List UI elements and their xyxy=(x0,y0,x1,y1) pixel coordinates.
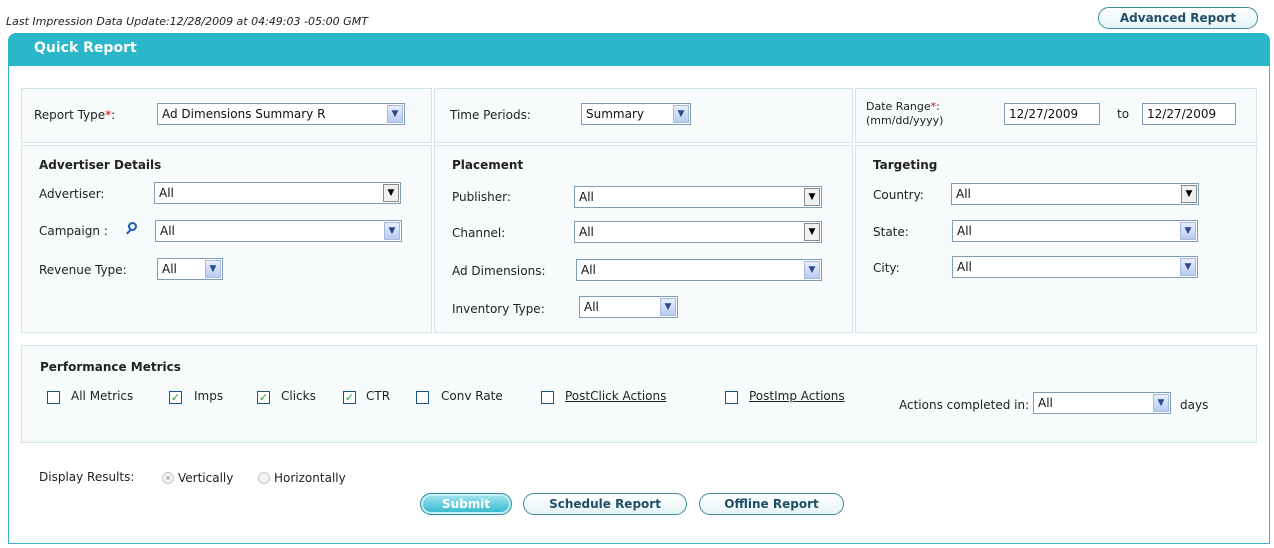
chevron-down-icon: ▼ xyxy=(387,105,403,123)
revenue-type-select[interactable]: All ▼ xyxy=(157,258,223,280)
advertiser-header: Advertiser Details xyxy=(39,158,162,172)
all-metrics-checkbox[interactable] xyxy=(47,391,60,404)
vertically-radio[interactable] xyxy=(162,472,174,484)
clicks-label: Clicks xyxy=(281,389,316,403)
clicks-checkbox[interactable]: ✓ xyxy=(257,391,270,404)
postclick-actions-checkbox[interactable] xyxy=(541,391,554,404)
channel-select[interactable]: All ▼ xyxy=(574,221,822,243)
imps-label: Imps xyxy=(194,389,224,403)
time-periods-select[interactable]: Summary ▼ xyxy=(581,103,691,125)
performance-metrics-header: Performance Metrics xyxy=(40,360,181,374)
conv-rate-checkbox[interactable] xyxy=(416,391,429,404)
offline-report-button[interactable]: Offline Report xyxy=(699,493,844,515)
chevron-down-icon: ▼ xyxy=(804,261,820,279)
targeting-header: Targeting xyxy=(873,158,938,172)
actions-completed-label: Actions completed in: xyxy=(899,398,1030,412)
country-select[interactable]: All ▼ xyxy=(951,183,1199,205)
revenue-type-label: Revenue Type: xyxy=(39,263,127,277)
chevron-down-icon: ▼ xyxy=(1181,185,1197,203)
postimp-actions-checkbox[interactable] xyxy=(725,391,738,404)
inventory-type-label: Inventory Type: xyxy=(452,302,545,316)
advertiser-label: Advertiser: xyxy=(39,187,105,201)
ad-dimensions-value: All xyxy=(581,263,596,277)
horizontally-radio[interactable] xyxy=(258,472,270,484)
campaign-value: All xyxy=(160,224,175,238)
postclick-actions-link[interactable]: PostClick Actions xyxy=(565,389,666,403)
publisher-label: Publisher: xyxy=(452,190,511,204)
actions-completed-select[interactable]: All ▼ xyxy=(1033,392,1171,414)
country-label: Country: xyxy=(873,188,924,202)
conv-rate-label: Conv Rate xyxy=(441,389,503,403)
channel-value: All xyxy=(579,225,594,239)
all-metrics-label: All Metrics xyxy=(71,389,134,403)
date-to-input[interactable]: 12/27/2009 xyxy=(1142,103,1236,125)
vertically-label: Vertically xyxy=(178,471,234,485)
country-value: All xyxy=(956,187,971,201)
date-format-hint: (mm/dd/yyyy) xyxy=(866,114,944,127)
check-icon: ✓ xyxy=(344,391,355,404)
chevron-down-icon: ▼ xyxy=(1180,222,1196,240)
chevron-down-icon: ▼ xyxy=(804,223,820,241)
placement-header: Placement xyxy=(452,158,524,172)
channel-label: Channel: xyxy=(452,226,506,240)
check-icon: ✓ xyxy=(170,391,181,404)
date-range-label: Date Range*: xyxy=(866,100,940,113)
actions-completed-value: All xyxy=(1038,396,1053,410)
chevron-down-icon: ▼ xyxy=(383,184,399,202)
state-label: State: xyxy=(873,225,909,239)
state-value: All xyxy=(957,224,972,238)
time-periods-label: Time Periods: xyxy=(450,108,531,122)
horizontally-label: Horizontally xyxy=(274,471,346,485)
report-type-select[interactable]: Ad Dimensions Summary R ▼ xyxy=(157,103,405,125)
ad-dimensions-select[interactable]: All ▼ xyxy=(576,259,822,281)
city-select[interactable]: All ▼ xyxy=(952,256,1198,278)
display-results-label: Display Results: xyxy=(39,470,135,484)
ctr-checkbox[interactable]: ✓ xyxy=(343,391,356,404)
report-type-label: Report Type*: xyxy=(34,108,116,122)
submit-button[interactable]: Submit xyxy=(420,493,512,515)
publisher-select[interactable]: All ▼ xyxy=(574,186,822,208)
chevron-down-icon: ▼ xyxy=(1153,394,1169,412)
state-select[interactable]: All ▼ xyxy=(952,220,1198,242)
time-periods-value: Summary xyxy=(586,107,644,121)
date-to-label: to xyxy=(1117,107,1130,121)
schedule-report-button[interactable]: Schedule Report xyxy=(523,493,687,515)
postimp-actions-link[interactable]: PostImp Actions xyxy=(749,389,845,403)
panel-header xyxy=(8,33,1270,66)
panel-title: Quick Report xyxy=(34,40,137,56)
inventory-type-value: All xyxy=(584,300,599,314)
chevron-down-icon: ▼ xyxy=(673,105,689,123)
chevron-down-icon: ▼ xyxy=(1180,258,1196,276)
last-update-text: Last Impression Data Update:12/28/2009 a… xyxy=(6,15,368,28)
publisher-value: All xyxy=(579,190,594,204)
chevron-down-icon: ▼ xyxy=(660,298,676,316)
revenue-type-value: All xyxy=(162,262,177,276)
advertiser-select[interactable]: All ▼ xyxy=(154,182,401,204)
ctr-label: CTR xyxy=(366,389,391,403)
report-type-value: Ad Dimensions Summary R xyxy=(162,107,326,121)
chevron-down-icon: ▼ xyxy=(205,260,221,278)
search-icon[interactable] xyxy=(128,222,137,231)
advertiser-value: All xyxy=(159,186,174,200)
days-label: days xyxy=(1180,398,1209,412)
campaign-label: Campaign : xyxy=(39,224,108,238)
campaign-select[interactable]: All ▼ xyxy=(155,220,402,242)
date-from-input[interactable]: 12/27/2009 xyxy=(1004,103,1100,125)
city-label: City: xyxy=(873,261,900,275)
imps-checkbox[interactable]: ✓ xyxy=(169,391,182,404)
advanced-report-button[interactable]: Advanced Report xyxy=(1098,7,1258,29)
check-icon: ✓ xyxy=(258,391,269,404)
chevron-down-icon: ▼ xyxy=(804,188,820,206)
chevron-down-icon: ▼ xyxy=(384,222,400,240)
city-value: All xyxy=(957,260,972,274)
inventory-type-select[interactable]: All ▼ xyxy=(579,296,678,318)
ad-dimensions-label: Ad Dimensions: xyxy=(452,264,546,278)
